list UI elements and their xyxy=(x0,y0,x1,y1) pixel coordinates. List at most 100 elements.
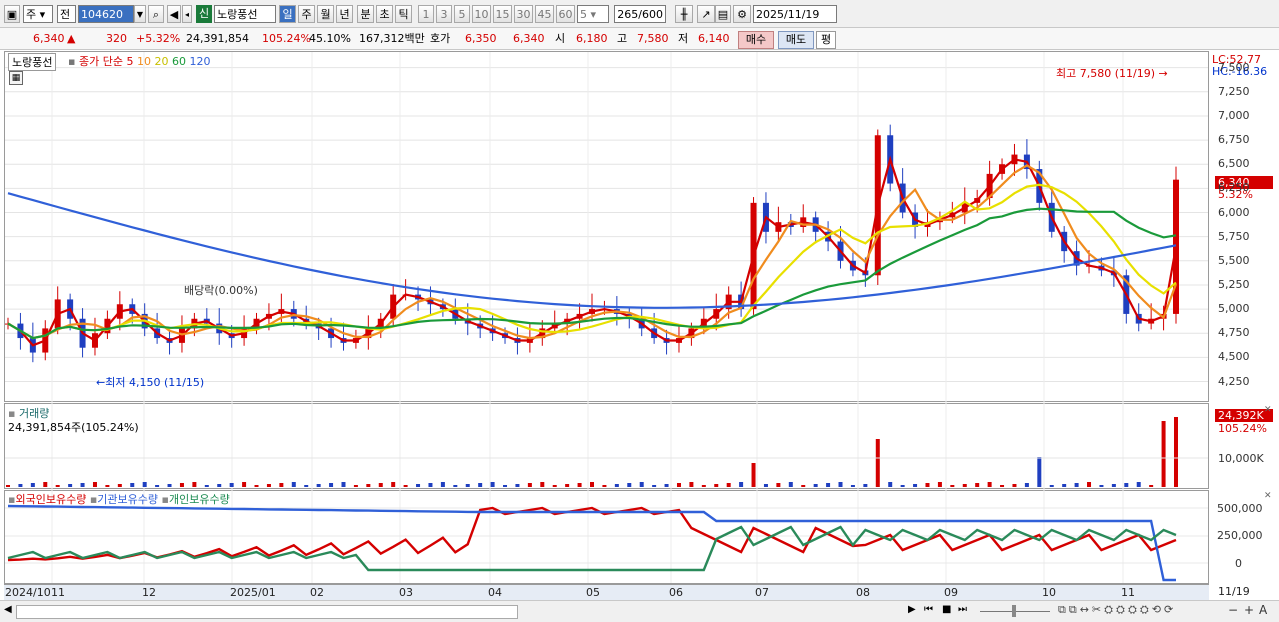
institution-holding-label: 기관보유수량 xyxy=(97,493,159,506)
last-page-icon[interactable]: ⏭ xyxy=(958,604,967,615)
volume-bar xyxy=(850,485,855,487)
volume-bar xyxy=(863,484,868,487)
scroll-left-icon[interactable]: ◀ xyxy=(4,604,12,615)
price-ytick: 5,750 xyxy=(1218,229,1250,243)
volume-bar xyxy=(329,483,334,487)
volume-bar xyxy=(204,485,209,487)
volume-bar xyxy=(155,485,160,487)
price-ytick: 6,000 xyxy=(1218,205,1250,219)
price-ytick: 4,750 xyxy=(1218,326,1250,340)
volume-bar xyxy=(590,482,594,487)
volume-bar xyxy=(391,482,396,487)
volume-bar xyxy=(1062,484,1067,487)
zoom-in-icon[interactable]: + xyxy=(1244,603,1254,617)
volume-bar xyxy=(242,482,247,487)
volume-bar xyxy=(813,484,818,487)
grid-toggle-icon[interactable]: ▦ xyxy=(9,71,23,85)
volume-bar xyxy=(1074,483,1079,487)
x-label-11: 11 xyxy=(51,586,65,599)
chart-tools-icons[interactable]: ⧉⧉↔✂⛭⛭⛭⛭⟲⟳ xyxy=(1058,603,1176,617)
chart-canvas xyxy=(5,52,1208,583)
volume-bar xyxy=(1024,483,1029,487)
zoom-out-icon[interactable]: − xyxy=(1228,603,1238,617)
volume-bar xyxy=(503,485,508,487)
volume-bar xyxy=(1087,482,1092,487)
volume-bar xyxy=(192,482,197,487)
zoom-slider-handle[interactable] xyxy=(1012,605,1016,617)
x-label-11b: 11 xyxy=(1121,586,1135,599)
volume-bar xyxy=(602,485,607,487)
volume-bar xyxy=(416,484,421,487)
high-annotation-text: 최고 7,580 (11/19) xyxy=(1056,67,1156,80)
volume-bar xyxy=(751,463,756,487)
x-label-08: 08 xyxy=(856,586,870,599)
low-annotation: ←최저 4,150 (11/15) xyxy=(96,376,205,389)
volume-bar xyxy=(266,484,271,487)
volume-bar xyxy=(1049,485,1054,487)
high-annotation: 최고 7,580 (11/19) → xyxy=(1056,67,1168,80)
volume-bar xyxy=(130,483,135,487)
x-axis: 2024/10 11 12 2025/01 02 03 04 05 06 07 … xyxy=(4,584,1209,601)
price-ytick: 7,000 xyxy=(1218,108,1250,122)
volume-bar xyxy=(913,484,918,487)
volume-bar xyxy=(1111,484,1116,487)
volume-bar xyxy=(950,485,955,487)
volume-bar xyxy=(179,483,184,487)
volume-bar xyxy=(565,484,570,487)
holding-ytick-500k: 500,000 xyxy=(1217,502,1263,515)
volume-bar xyxy=(167,484,172,487)
volume-bar xyxy=(304,485,309,487)
volume-bar xyxy=(117,484,122,487)
volume-bar xyxy=(6,485,10,487)
volume-bar xyxy=(1000,485,1005,487)
volume-bar xyxy=(279,483,284,487)
volume-bar xyxy=(1174,417,1178,487)
ma5-label: 5 xyxy=(126,55,134,68)
volume-bar xyxy=(478,483,483,487)
volume-bar xyxy=(43,482,48,487)
volume-bar xyxy=(652,485,657,487)
volume-bar xyxy=(701,485,706,487)
volume-bar xyxy=(465,484,470,487)
volume-bar xyxy=(217,484,222,487)
ma10-label: 10 xyxy=(136,55,151,68)
volume-bar xyxy=(801,485,806,487)
first-page-icon[interactable]: ⏮ xyxy=(924,604,933,615)
price-ytick: 5,250 xyxy=(1218,277,1250,291)
x-label-03: 03 xyxy=(399,586,413,599)
volume-bar xyxy=(676,483,681,487)
volume-bar xyxy=(353,485,358,487)
volume-bar xyxy=(763,484,768,487)
volume-bar xyxy=(1037,457,1042,487)
x-label-12: 12 xyxy=(142,586,156,599)
x-label-2024-10: 2024/10 xyxy=(5,586,51,599)
volume-bar xyxy=(229,483,234,487)
holding-ytick-0: 0 xyxy=(1235,557,1242,570)
volume-close-icon[interactable]: ✕ xyxy=(1264,405,1272,415)
volume-bar xyxy=(254,485,259,487)
price-ytick: 7,500 xyxy=(1218,60,1250,74)
font-size-icon[interactable]: A xyxy=(1259,603,1267,617)
volume-bar xyxy=(515,484,520,487)
bottom-scroll-bar: ◀ ▶ ⏮ ■ ⏭ ⧉⧉↔✂⛭⛭⛭⛭⟲⟳ − + A xyxy=(0,600,1279,622)
x-label-04: 04 xyxy=(488,586,502,599)
holding-close-icon[interactable]: ✕ xyxy=(1264,491,1272,501)
x-label-2025-01: 2025/01 xyxy=(230,586,276,599)
price-ytick: 6,250 xyxy=(1218,181,1250,195)
ma-legend: ▪ 종가 단순 5 10 20 60 120 xyxy=(68,53,210,69)
volume-bar xyxy=(453,485,458,487)
scroll-right-icon[interactable]: ▶ xyxy=(908,604,916,615)
volume-bar xyxy=(875,439,880,487)
ma120-label: 120 xyxy=(189,55,211,68)
ma-legend-dot: ▪ xyxy=(68,55,76,68)
low-annotation-text: 최저 4,150 (11/15) xyxy=(105,376,205,389)
price-ytick: 6,750 xyxy=(1218,133,1250,147)
volume-bar xyxy=(527,483,532,487)
scroll-thumb[interactable] xyxy=(16,605,518,619)
stop-icon[interactable]: ■ xyxy=(942,604,951,615)
price-ytick: 6,500 xyxy=(1218,157,1250,171)
volume-bar xyxy=(92,482,97,487)
volume-bar xyxy=(788,482,793,487)
individual-holding-label: 개인보유수량 xyxy=(168,493,230,506)
volume-bar xyxy=(428,483,433,487)
